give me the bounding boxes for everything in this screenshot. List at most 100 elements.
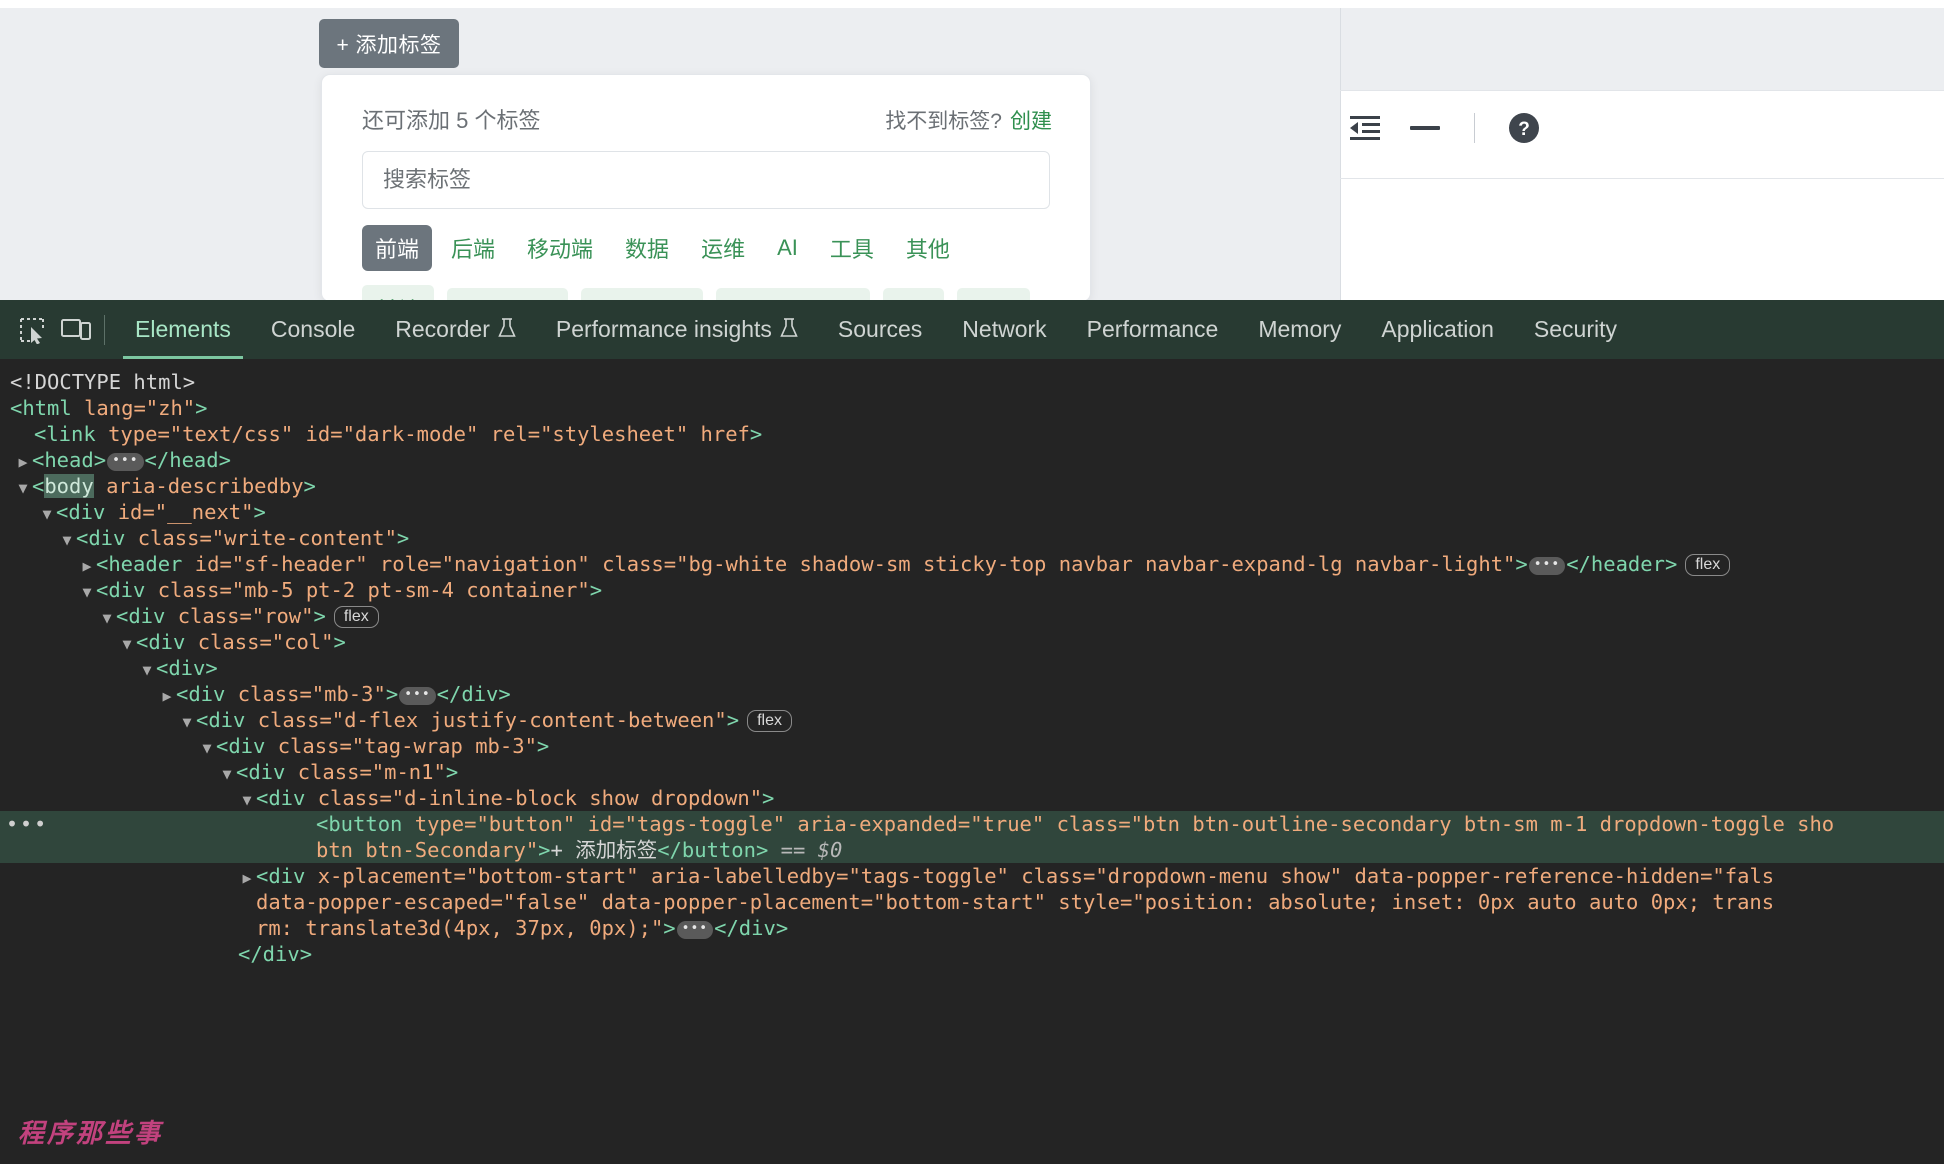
attr-name[interactable]: data-popper-escaped xyxy=(256,890,491,914)
attr-value[interactable]: "tags-toggle" xyxy=(848,864,1008,888)
attr-value[interactable]: "text/css" xyxy=(170,422,293,446)
tab-application[interactable]: Application xyxy=(1361,300,1514,359)
attr-name[interactable]: type xyxy=(415,812,464,836)
collapse-triangle-icon[interactable]: ▼ xyxy=(118,631,136,655)
attr-value[interactable]: "col" xyxy=(272,630,334,654)
flex-badge[interactable]: flex xyxy=(747,710,792,732)
attr-name[interactable]: class xyxy=(1057,812,1119,836)
create-tag-link[interactable]: 创建 xyxy=(1010,110,1052,133)
attr-value[interactable]: "stylesheet" xyxy=(540,422,688,446)
dom-node-head[interactable]: ▶<head>•••</head> xyxy=(0,447,1944,473)
dom-node-div-plain[interactable]: ▼<div> xyxy=(0,655,1944,681)
dom-node-dropdown-menu-line2[interactable]: data-popper-escaped="false" data-popper-… xyxy=(0,889,1944,915)
help-icon[interactable]: ? xyxy=(1507,111,1541,145)
dom-node-selected-button-line1[interactable]: •••<button type="button" id="tags-toggle… xyxy=(0,811,1944,837)
collapsed-children-icon[interactable]: ••• xyxy=(677,921,713,939)
tag-category-houduan[interactable]: 后端 xyxy=(438,225,508,271)
attr-name[interactable]: class xyxy=(298,760,360,784)
attr-value[interactable]: "dark-mode" xyxy=(343,422,479,446)
attr-name[interactable]: id xyxy=(118,500,143,524)
attr-value[interactable]: "bottom-start" xyxy=(873,890,1046,914)
collapse-triangle-icon[interactable]: ▼ xyxy=(138,657,156,681)
collapse-triangle-icon[interactable]: ▼ xyxy=(218,761,236,785)
tag-category-yunwei[interactable]: 运维 xyxy=(688,225,758,271)
expand-triangle-icon[interactable]: ▶ xyxy=(78,553,96,577)
tab-performance[interactable]: Performance xyxy=(1067,300,1239,359)
attr-value[interactable]: "bg-white shadow-sm sticky-top navbar na… xyxy=(676,552,1515,576)
collapsed-children-icon[interactable]: ••• xyxy=(107,453,143,471)
dom-node-mn1[interactable]: ▼<div class="m-n1"> xyxy=(0,759,1944,785)
dom-node-mb3[interactable]: ▶<div class="mb-3">•••</div> xyxy=(0,681,1944,707)
attr-value[interactable]: "__next" xyxy=(155,500,254,524)
dom-node-dropdown-menu-line1[interactable]: ▶<div x-placement="bottom-start" aria-la… xyxy=(0,863,1944,889)
collapse-triangle-icon[interactable]: ▼ xyxy=(14,475,32,499)
collapse-triangle-icon[interactable]: ▼ xyxy=(58,527,76,551)
tab-console[interactable]: Console xyxy=(251,300,375,359)
dom-node-selected-button-line2[interactable]: btn btn-Secondary">+ 添加标签</button> == $0 xyxy=(0,837,1944,863)
attr-name[interactable]: role xyxy=(380,552,429,576)
collapse-triangle-icon[interactable]: ▼ xyxy=(78,579,96,603)
attr-name[interactable]: class xyxy=(602,552,664,576)
attr-name[interactable]: id xyxy=(195,552,220,576)
attr-value[interactable]: "row" xyxy=(252,604,314,628)
attr-name[interactable]: type xyxy=(108,422,157,446)
attr-name[interactable]: x-placement xyxy=(318,864,454,888)
dom-node-dflex[interactable]: ▼<div class="d-flex justify-content-betw… xyxy=(0,707,1944,733)
attr-name[interactable]: class xyxy=(138,526,200,550)
tab-elements[interactable]: Elements xyxy=(115,300,251,359)
dom-node-body[interactable]: ▼<body aria-describedby> xyxy=(0,473,1944,499)
dom-node-link[interactable]: <link type="text/css" id="dark-mode" rel… xyxy=(0,421,1944,447)
attr-name[interactable]: id xyxy=(306,422,331,446)
tab-recorder[interactable]: Recorder xyxy=(375,300,536,359)
dom-node-dropdown-wrapper[interactable]: ▼<div class="d-inline-block show dropdow… xyxy=(0,785,1944,811)
dom-node-col[interactable]: ▼<div class="col"> xyxy=(0,629,1944,655)
dom-node-next[interactable]: ▼<div id="__next"> xyxy=(0,499,1944,525)
attr-name[interactable]: aria-describedby xyxy=(106,474,303,498)
attr-value[interactable]: "fals xyxy=(1712,864,1774,888)
attr-name[interactable]: class xyxy=(158,578,220,602)
tab-security[interactable]: Security xyxy=(1514,300,1637,359)
attr-value[interactable]: "navigation" xyxy=(442,552,590,576)
inspect-element-icon[interactable] xyxy=(10,308,54,352)
attr-value[interactable]: "true" xyxy=(970,812,1044,836)
tab-sources[interactable]: Sources xyxy=(818,300,942,359)
attr-name[interactable]: id xyxy=(588,812,613,836)
flex-badge[interactable]: flex xyxy=(1685,554,1730,576)
attr-name[interactable]: class xyxy=(318,786,380,810)
tag-category-qita[interactable]: 其他 xyxy=(893,225,963,271)
collapse-triangle-icon[interactable]: ▼ xyxy=(38,501,56,525)
dom-node-header[interactable]: ▶<header id="sf-header" role="navigation… xyxy=(0,551,1944,577)
device-toolbar-icon[interactable] xyxy=(54,308,98,352)
attr-value[interactable]: "sf-header" xyxy=(232,552,368,576)
collapsed-children-icon[interactable]: ••• xyxy=(1529,557,1565,575)
attr-name[interactable]: data-popper-reference-hidden xyxy=(1355,864,1701,888)
collapse-triangle-icon[interactable]: ▼ xyxy=(238,787,256,811)
expand-triangle-icon[interactable]: ▶ xyxy=(158,683,176,707)
attr-value[interactable]: "btn btn-outline-secondary btn-sm m-1 dr… xyxy=(1131,812,1835,836)
tab-network[interactable]: Network xyxy=(942,300,1066,359)
attr-name[interactable]: lang xyxy=(84,396,133,420)
attr-value[interactable]: "d-flex justify-content-between" xyxy=(332,708,727,732)
tab-memory[interactable]: Memory xyxy=(1238,300,1361,359)
attr-name[interactable]: aria-labelledby xyxy=(651,864,836,888)
tab-performance-insights[interactable]: Performance insights xyxy=(536,300,818,359)
dom-node-row[interactable]: ▼<div class="row">flex xyxy=(0,603,1944,629)
tag-category-ai[interactable]: AI xyxy=(764,228,811,268)
dom-node-doctype[interactable]: <!DOCTYPE html> xyxy=(0,369,1944,395)
attr-value[interactable]: "d-inline-block show dropdown" xyxy=(392,786,762,810)
attr-name[interactable]: class xyxy=(278,734,340,758)
attr-value[interactable]: "tags-toggle" xyxy=(625,812,785,836)
attr-name[interactable]: data-popper-placement xyxy=(602,890,861,914)
attr-value[interactable]: "m-n1" xyxy=(372,760,446,784)
collapsed-children-icon[interactable]: ••• xyxy=(399,687,435,705)
tag-search-input[interactable] xyxy=(381,166,1031,194)
attr-name[interactable]: class xyxy=(198,630,260,654)
attr-name[interactable]: class xyxy=(1021,864,1083,888)
attr-name[interactable]: class xyxy=(178,604,240,628)
attr-name[interactable]: class xyxy=(258,708,320,732)
dom-node-dropdown-menu-line3[interactable]: rm: translate3d(4px, 37px, 0px);">•••</d… xyxy=(0,915,1944,941)
tag-category-yidongduan[interactable]: 移动端 xyxy=(514,225,606,271)
attr-name[interactable]: style xyxy=(1058,890,1120,914)
attr-value-cont[interactable]: rm: translate3d(4px, 37px, 0px);" xyxy=(256,916,663,940)
attr-value[interactable]: "write-content" xyxy=(212,526,397,550)
